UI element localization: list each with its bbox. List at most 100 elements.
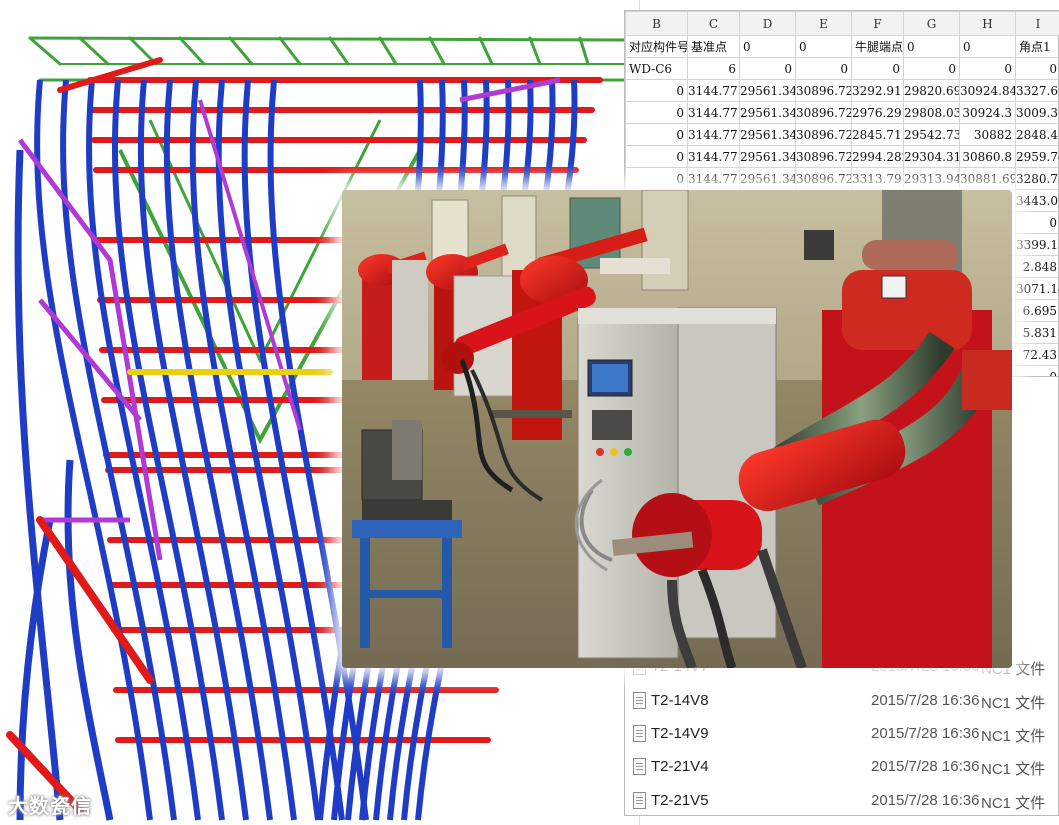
column-header[interactable]: D [739, 11, 796, 36]
table-cell[interactable]: 0 [903, 35, 960, 58]
file-type: NC1 文件 [981, 694, 1046, 712]
column-header[interactable]: F [851, 11, 904, 36]
table-cell[interactable]: 30924.3 [959, 101, 1016, 124]
table-cell[interactable]: 0 [625, 167, 688, 190]
file-list-item[interactable]: T2-14V9 2015/7/28 16:36 NC1 文件 [625, 719, 1058, 749]
table-cell[interactable]: 3144.77 [687, 145, 740, 168]
table-cell[interactable]: 0 [959, 35, 1016, 58]
column-header[interactable]: E [795, 11, 852, 36]
table-cell[interactable]: 30896.72 [795, 123, 852, 146]
table-cell[interactable]: 3144.77 [687, 79, 740, 102]
table-row: WD-C6 6 0 0 0 0 0 0 [625, 57, 1059, 80]
table-cell[interactable]: 30882 [959, 123, 1016, 146]
file-list-item[interactable]: T2-14V8 2015/7/28 16:36 NC1 文件 [625, 686, 1058, 716]
file-date: 2015/7/28 16:36 [871, 725, 980, 742]
table-cell[interactable]: 0 [625, 123, 688, 146]
table-cell[interactable]: 3071.14 [1015, 277, 1059, 300]
table-cell[interactable]: 29561.34 [739, 167, 796, 190]
file-date: 2015/7/28 16:36 [871, 691, 980, 709]
blue-column [64, 459, 114, 821]
table-cell[interactable]: 0 [1015, 211, 1059, 234]
roof-beam [28, 36, 632, 42]
roof-beam [278, 36, 302, 66]
table-cell[interactable]: 6 [687, 57, 740, 80]
table-cell[interactable]: 0 [625, 145, 688, 168]
table-cell[interactable]: 30896.72 [795, 145, 852, 168]
table-cell[interactable]: 3443.098 [1015, 189, 1059, 212]
table-cell[interactable]: 30860.8 [959, 145, 1016, 168]
table-cell[interactable]: 2848.416 [1015, 123, 1059, 146]
table-cell[interactable]: 29542.73 [903, 123, 960, 146]
file-name: T2-14V8 [651, 691, 709, 709]
table-cell[interactable]: 3144.77 [687, 123, 740, 146]
table-cell[interactable]: 30924.84 [959, 79, 1016, 102]
table-cell[interactable]: 对应构件号 [625, 35, 688, 58]
table-row: 0 3144.77 29561.34 30896.72 2845.71 29542.73 3… [625, 123, 1059, 146]
column-header[interactable]: B [625, 11, 688, 36]
table-cell[interactable]: 角点1 [1015, 35, 1059, 58]
table-cell[interactable]: WD-C6 [625, 57, 688, 80]
table-cell[interactable]: 29561.34 [739, 101, 796, 124]
file-type: NC1 文件 [981, 761, 1046, 779]
table-cell[interactable]: 基准点 [687, 35, 740, 58]
roof-beam [78, 36, 110, 66]
table-cell[interactable]: 3009.378 [1015, 101, 1059, 124]
table-cell[interactable]: 29304.31 [903, 145, 960, 168]
table-cell[interactable]: 2976.29 [851, 101, 904, 124]
table-cell[interactable]: 3280.787 [1015, 167, 1059, 190]
table-cell[interactable]: 2959.741 [1015, 145, 1059, 168]
file-list-item[interactable]: T2-21V4 2015/7/28 16:36 NC1 文件 [625, 752, 1058, 782]
column-header[interactable]: G [903, 11, 960, 36]
table-cell[interactable]: 6.695 [1015, 299, 1059, 322]
file-icon [633, 725, 646, 742]
roof-beam [478, 36, 494, 66]
table-cell[interactable]: 0 [795, 57, 852, 80]
table-cell[interactable]: 29561.34 [739, 79, 796, 102]
table-cell[interactable]: 29561.34 [739, 123, 796, 146]
table-cell[interactable]: 2994.282 [851, 145, 904, 168]
table-cell[interactable]: 3313.791 [851, 167, 904, 190]
table-cell[interactable]: 3292.91 [851, 79, 904, 102]
table-cell[interactable]: 72.43 [1015, 343, 1059, 366]
table-cell[interactable]: 0 [739, 35, 796, 58]
table-cell[interactable]: 3327.691 [1015, 79, 1059, 102]
table-cell[interactable]: 2.848 [1015, 255, 1059, 278]
table-cell[interactable]: 29808.03 [903, 101, 960, 124]
table-row: 0 3144.77 29561.34 30896.72 3292.91 29820.69 3… [625, 79, 1059, 102]
table-cell[interactable]: 0 [625, 101, 688, 124]
file-icon [633, 691, 646, 709]
roof-beam [328, 36, 350, 66]
table-row: 0 3144.77 29561.34 30896.72 2976.29 29808.03 3… [625, 101, 1059, 124]
table-cell[interactable]: 2845.71 [851, 123, 904, 146]
table-cell[interactable]: 30896.72 [795, 167, 852, 190]
table-cell[interactable]: 0 [795, 35, 852, 58]
table-cell[interactable]: 29561.34 [739, 145, 796, 168]
table-cell[interactable]: 0 [625, 79, 688, 102]
column-header[interactable]: C [687, 11, 740, 36]
file-list-item[interactable]: T2-21V5 2015/7/28 16:36 NC1 文件 [625, 786, 1058, 816]
column-header[interactable]: H [959, 11, 1016, 36]
table-cell[interactable]: 29313.94 [903, 167, 960, 190]
file-date: 2015/7/28 16:36 [871, 791, 980, 809]
table-cell[interactable]: 3144.77 [687, 167, 740, 190]
table-cell[interactable]: 29820.69 [903, 79, 960, 102]
table-cell[interactable]: 30881.69 [959, 167, 1016, 190]
roof-beam [528, 36, 542, 66]
column-header-row: B C D E F G H I [625, 11, 1059, 36]
table-cell[interactable]: 3144.77 [687, 101, 740, 124]
table-cell[interactable]: 5.831 [1015, 321, 1059, 344]
file-type: NC1 文件 [981, 794, 1046, 812]
roof-beam [28, 36, 62, 66]
roof-beam [378, 36, 398, 66]
table-cell[interactable]: 3399.13 [1015, 233, 1059, 256]
table-cell[interactable]: 0 [739, 57, 796, 80]
table-cell[interactable]: 30896.72 [795, 101, 852, 124]
table-cell[interactable]: 30896.72 [795, 79, 852, 102]
file-type: NC1 文件 [981, 728, 1046, 745]
table-cell[interactable]: 0 [1015, 57, 1059, 80]
table-cell[interactable]: 0 [959, 57, 1016, 80]
column-header[interactable]: I [1015, 11, 1059, 36]
table-cell[interactable]: 牛腿端点 [851, 35, 904, 58]
table-cell[interactable]: 0 [851, 57, 904, 80]
table-cell[interactable]: 0 [903, 57, 960, 80]
